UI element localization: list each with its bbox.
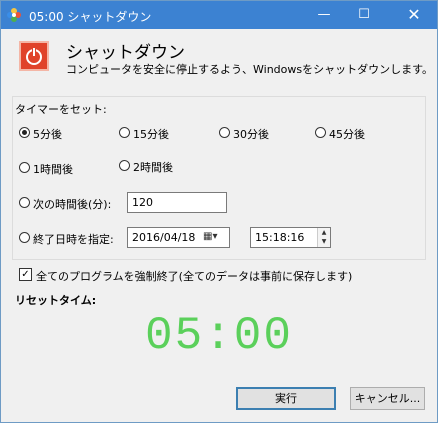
- time-value: 15:18:16: [255, 231, 305, 244]
- time-spinner[interactable]: ▲ ▼: [317, 228, 330, 247]
- date-value: 2016/04/18: [132, 231, 196, 244]
- header-title: シャットダウン: [66, 43, 185, 63]
- after-minutes-input[interactable]: 120: [127, 192, 227, 213]
- radio-15min[interactable]: [119, 127, 130, 138]
- radio-30min-label[interactable]: 30分後: [233, 126, 269, 142]
- radio-45min-label[interactable]: 45分後: [329, 126, 365, 142]
- radio-15min-label[interactable]: 15分後: [133, 126, 169, 142]
- radio-after-minutes[interactable]: [19, 197, 30, 208]
- close-button[interactable]: ✕: [397, 1, 431, 29]
- force-close-checkbox[interactable]: ✓: [19, 268, 32, 281]
- minimize-button[interactable]: —: [307, 1, 341, 29]
- reset-time-label: リセットタイム:: [15, 294, 97, 307]
- radio-2hour[interactable]: [119, 160, 130, 171]
- cancel-button[interactable]: キャンセル...: [350, 387, 425, 410]
- countdown-display: 05:00: [144, 310, 294, 362]
- radio-5min[interactable]: [19, 127, 30, 138]
- radio-2hour-label[interactable]: 2時間後: [133, 159, 173, 175]
- timer-group-label: タイマーをセット:: [15, 103, 107, 116]
- execute-button[interactable]: 実行: [236, 387, 336, 410]
- radio-1hour[interactable]: [19, 162, 30, 173]
- power-icon: [19, 41, 49, 71]
- title-bar: 05:00 シャットダウン — ☐ ✕: [1, 1, 437, 29]
- spin-up-icon[interactable]: ▲: [318, 228, 330, 237]
- header-description: コンピュータを安全に停止するよう、Windowsをシャットダウンします。: [66, 63, 434, 76]
- radio-specify-time[interactable]: [19, 232, 30, 243]
- radio-30min[interactable]: [219, 127, 230, 138]
- spin-down-icon[interactable]: ▼: [318, 237, 330, 246]
- radio-1hour-label[interactable]: 1時間後: [33, 161, 73, 177]
- maximize-button[interactable]: ☐: [347, 1, 381, 29]
- window-title: 05:00 シャットダウン: [29, 10, 152, 24]
- specify-time-label[interactable]: 終了日時を指定:: [33, 231, 114, 247]
- radio-5min-label[interactable]: 5分後: [33, 126, 62, 142]
- force-close-label[interactable]: 全てのプログラムを強制終了(全てのデータは事前に保存します): [36, 268, 352, 284]
- app-flower-icon: [7, 8, 21, 22]
- radio-45min[interactable]: [315, 127, 326, 138]
- calendar-dropdown-icon[interactable]: ▦▾: [203, 231, 217, 242]
- after-minutes-label[interactable]: 次の時間後(分):: [33, 196, 111, 212]
